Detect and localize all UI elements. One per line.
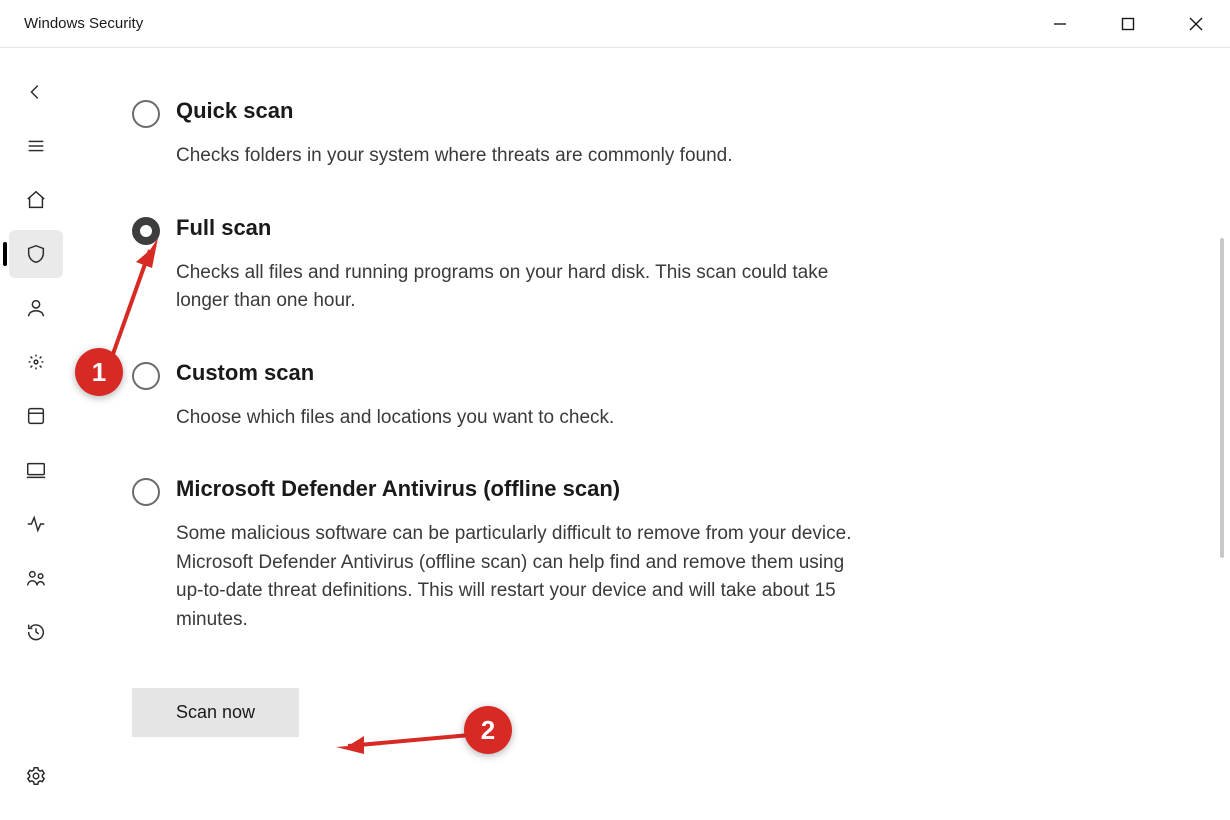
radio-quick-scan[interactable]: [132, 100, 160, 128]
option-label: Custom scan: [176, 360, 614, 386]
option-full-scan[interactable]: Full scan Checks all files and running p…: [132, 215, 1170, 316]
account-icon[interactable]: [9, 284, 63, 332]
option-desc: Some malicious software can be particula…: [176, 520, 876, 634]
annotation-badge-2: 2: [464, 706, 512, 754]
option-offline-scan[interactable]: Microsoft Defender Antivirus (offline sc…: [132, 476, 1170, 634]
menu-button[interactable]: [9, 122, 63, 170]
settings-icon[interactable]: [9, 752, 63, 800]
option-label: Quick scan: [176, 98, 733, 124]
performance-icon[interactable]: [9, 500, 63, 548]
app-control-icon[interactable]: [9, 392, 63, 440]
history-icon[interactable]: [9, 608, 63, 656]
sidebar: [0, 48, 72, 820]
device-icon[interactable]: [9, 446, 63, 494]
shield-icon[interactable]: [9, 230, 63, 278]
titlebar: Windows Security: [0, 0, 1230, 48]
back-button[interactable]: [9, 68, 63, 116]
family-icon[interactable]: [9, 554, 63, 602]
option-desc: Checks all files and running programs on…: [176, 259, 876, 316]
scrollbar-thumb[interactable]: [1220, 238, 1224, 558]
option-label: Microsoft Defender Antivirus (offline sc…: [176, 476, 876, 502]
radio-offline-scan[interactable]: [132, 478, 160, 506]
maximize-button[interactable]: [1094, 0, 1162, 47]
option-label: Full scan: [176, 215, 876, 241]
annotation-badge-1: 1: [75, 348, 123, 396]
minimize-button[interactable]: [1026, 0, 1094, 47]
firewall-icon[interactable]: [9, 338, 63, 386]
option-custom-scan[interactable]: Custom scan Choose which files and locat…: [132, 360, 1170, 433]
option-quick-scan[interactable]: Quick scan Checks folders in your system…: [132, 98, 1170, 171]
scan-options-panel: Quick scan Checks folders in your system…: [72, 48, 1230, 820]
option-desc: Checks folders in your system where thre…: [176, 142, 733, 171]
scan-now-button[interactable]: Scan now: [132, 688, 299, 737]
window-title: Windows Security: [24, 15, 143, 32]
annotation-arrow-2: [330, 720, 475, 760]
home-icon[interactable]: [9, 176, 63, 224]
close-button[interactable]: [1162, 0, 1230, 47]
option-desc: Choose which files and locations you wan…: [176, 404, 614, 433]
